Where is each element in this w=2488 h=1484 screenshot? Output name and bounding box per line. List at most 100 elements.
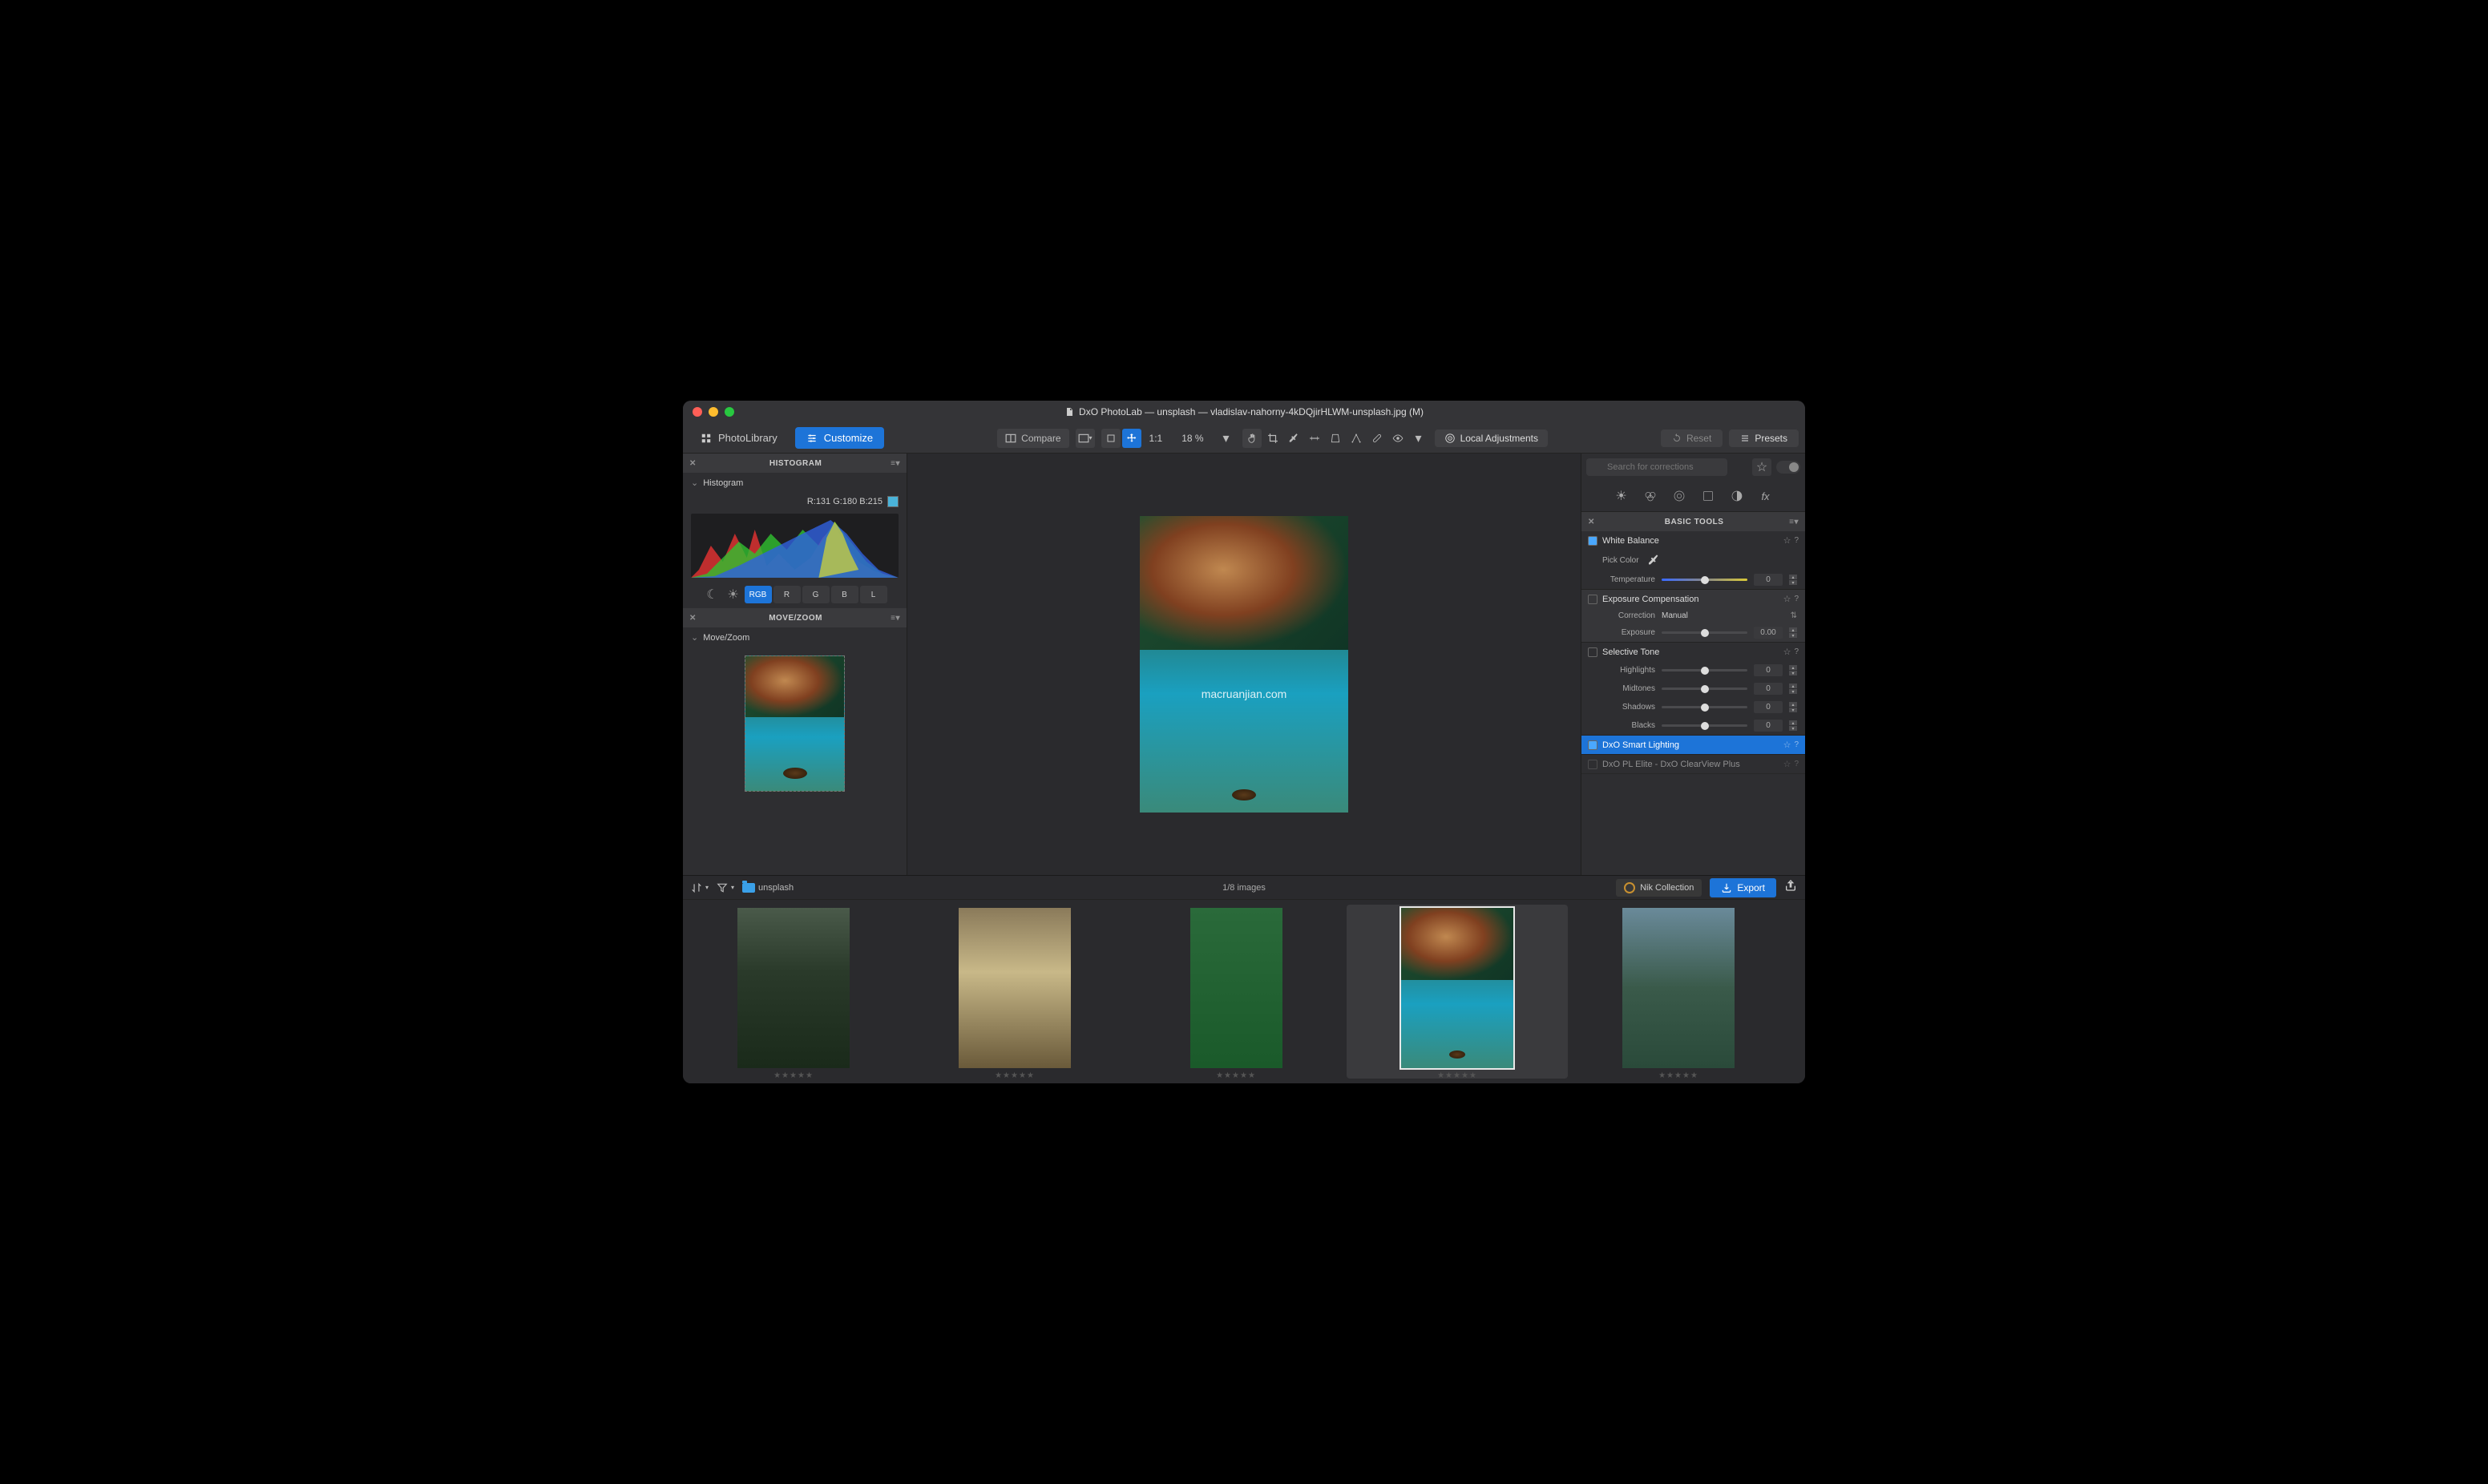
horizon-tool[interactable] bbox=[1305, 429, 1324, 448]
favorite-icon[interactable]: ☆ bbox=[1783, 647, 1791, 657]
clearview-section[interactable]: DxO PL Elite - DxO ClearView Plus ☆ ? bbox=[1581, 755, 1805, 774]
folder-path[interactable]: unsplash bbox=[742, 883, 794, 893]
search-input[interactable] bbox=[1586, 458, 1727, 476]
exposure-comp-header[interactable]: Exposure Compensation ☆ ? bbox=[1581, 590, 1805, 608]
move-tool-button[interactable] bbox=[1122, 429, 1141, 448]
favorite-icon[interactable]: ☆ bbox=[1783, 594, 1791, 604]
rating-stars[interactable]: ★★★★★ bbox=[1216, 1071, 1256, 1080]
rating-stars[interactable]: ★★★★★ bbox=[1437, 1071, 1477, 1080]
midtones-slider[interactable] bbox=[1662, 688, 1747, 690]
smart-lighting-checkbox[interactable] bbox=[1588, 740, 1597, 750]
repair-tool[interactable] bbox=[1367, 429, 1387, 448]
fit-button[interactable] bbox=[1101, 429, 1121, 448]
sort-button[interactable]: ▾ bbox=[691, 882, 709, 893]
close-histogram-icon[interactable]: ✕ bbox=[689, 459, 701, 468]
histogram-menu-icon[interactable]: ≡▾ bbox=[891, 459, 900, 468]
help-icon[interactable]: ? bbox=[1794, 740, 1799, 749]
help-icon[interactable]: ? bbox=[1794, 536, 1799, 545]
zoom-percent[interactable]: 18 % bbox=[1175, 433, 1210, 444]
nik-collection-button[interactable]: Nik Collection bbox=[1616, 879, 1702, 897]
image-viewer[interactable]: macruanjian.com bbox=[907, 454, 1581, 875]
redeye-tool[interactable] bbox=[1388, 429, 1408, 448]
correction-dropdown[interactable]: Manual bbox=[1662, 611, 1784, 620]
points-tool[interactable] bbox=[1347, 429, 1366, 448]
blacks-slider[interactable] bbox=[1662, 724, 1747, 727]
photolibrary-tab[interactable]: PhotoLibrary bbox=[689, 427, 789, 449]
midtones-value[interactable]: 0 bbox=[1754, 683, 1783, 695]
minimize-window-button[interactable] bbox=[709, 407, 718, 417]
help-icon[interactable]: ? bbox=[1794, 595, 1799, 603]
eyedropper-icon[interactable] bbox=[1647, 554, 1660, 567]
fx-tab-icon[interactable]: fx bbox=[1757, 487, 1775, 505]
presets-button[interactable]: Presets bbox=[1729, 429, 1799, 447]
help-icon[interactable]: ? bbox=[1794, 647, 1799, 656]
clearview-checkbox[interactable] bbox=[1588, 760, 1597, 769]
histogram-subheader[interactable]: ⌄ Histogram bbox=[683, 473, 907, 493]
white-balance-header[interactable]: White Balance ☆ ? bbox=[1581, 531, 1805, 550]
basic-tools-menu-icon[interactable]: ≡▾ bbox=[1789, 518, 1799, 526]
channel-rgb-button[interactable]: RGB bbox=[745, 586, 772, 603]
zoom-dropdown[interactable]: ▾ bbox=[1217, 429, 1236, 448]
active-only-toggle[interactable] bbox=[1776, 461, 1800, 474]
temperature-slider[interactable] bbox=[1662, 579, 1747, 581]
navigator-thumbnail[interactable] bbox=[745, 655, 845, 792]
geometry-tab-icon[interactable] bbox=[1699, 487, 1717, 505]
maximize-window-button[interactable] bbox=[725, 407, 734, 417]
local-adjustments-button[interactable]: Local Adjustments bbox=[1435, 429, 1548, 447]
favorite-icon[interactable]: ☆ bbox=[1783, 535, 1791, 546]
rating-stars[interactable]: ★★★★★ bbox=[995, 1071, 1035, 1080]
zoom-ratio-label[interactable]: 1:1 bbox=[1143, 433, 1169, 444]
blacks-value[interactable]: 0 bbox=[1754, 720, 1783, 732]
shadows-stepper[interactable]: ▴▾ bbox=[1789, 702, 1797, 712]
exposure-checkbox[interactable] bbox=[1588, 595, 1597, 604]
crop-tool[interactable] bbox=[1263, 429, 1282, 448]
favorites-button[interactable]: ☆ bbox=[1752, 458, 1771, 476]
favorite-icon[interactable]: ☆ bbox=[1783, 740, 1791, 750]
help-icon[interactable]: ? bbox=[1794, 760, 1799, 768]
selective-tone-checkbox[interactable] bbox=[1588, 647, 1597, 657]
channel-l-button[interactable]: L bbox=[860, 586, 887, 603]
exposure-stepper[interactable]: ▴▾ bbox=[1789, 627, 1797, 638]
white-balance-checkbox[interactable] bbox=[1588, 536, 1597, 546]
smart-lighting-section[interactable]: DxO Smart Lighting ☆ ? bbox=[1581, 736, 1805, 755]
highlight-clip-icon[interactable]: ☀ bbox=[724, 586, 743, 603]
channel-r-button[interactable]: R bbox=[773, 586, 801, 603]
close-basic-tools-icon[interactable]: ✕ bbox=[1588, 518, 1599, 526]
thumbnail-item-selected[interactable]: ★★★★★ vladislav-nahorny-4kDQjirHLWM-unsp… bbox=[1347, 905, 1568, 1079]
close-window-button[interactable] bbox=[693, 407, 702, 417]
midtones-stepper[interactable]: ▴▾ bbox=[1789, 684, 1797, 694]
highlights-stepper[interactable]: ▴▾ bbox=[1789, 665, 1797, 675]
rating-stars[interactable]: ★★★★★ bbox=[773, 1071, 814, 1080]
rating-stars[interactable]: ★★★★★ bbox=[1658, 1071, 1698, 1080]
close-movezoom-icon[interactable]: ✕ bbox=[689, 614, 701, 623]
thumbnail-item[interactable]: ★★★★★ a-vYQrra8gZ20-unsplash.jpg bbox=[683, 905, 904, 1079]
reset-button[interactable]: Reset bbox=[1661, 429, 1723, 447]
shadows-value[interactable]: 0 bbox=[1754, 701, 1783, 713]
eyedropper-tool[interactable] bbox=[1284, 429, 1303, 448]
light-tab-icon[interactable]: ☀ bbox=[1613, 487, 1630, 505]
share-button[interactable] bbox=[1784, 879, 1797, 896]
highlights-value[interactable]: 0 bbox=[1754, 664, 1783, 676]
exposure-value[interactable]: 0.00 bbox=[1754, 627, 1783, 639]
shadow-clip-icon[interactable]: ☾ bbox=[703, 586, 722, 603]
color-tab-icon[interactable] bbox=[1642, 487, 1659, 505]
exposure-slider[interactable] bbox=[1662, 631, 1747, 634]
channel-g-button[interactable]: G bbox=[802, 586, 830, 603]
movezoom-subheader[interactable]: ⌄ Move/Zoom bbox=[683, 627, 907, 647]
movezoom-menu-icon[interactable]: ≡▾ bbox=[891, 614, 900, 623]
temperature-value[interactable]: 0 bbox=[1754, 574, 1783, 586]
compare-button[interactable]: Compare bbox=[997, 429, 1068, 448]
thumbnail-item[interactable]: ★★★★★ sergey-vinogradov-s6pwJEecDUI-unsp… bbox=[904, 905, 1125, 1079]
thumbnails-row[interactable]: ★★★★★ a-vYQrra8gZ20-unsplash.jpg ★★★★★ s… bbox=[683, 900, 1805, 1083]
filter-button[interactable]: ▾ bbox=[717, 882, 734, 893]
customize-tab[interactable]: Customize bbox=[795, 427, 884, 449]
export-button[interactable]: Export bbox=[1710, 878, 1776, 897]
layout-button[interactable]: ▾ bbox=[1076, 429, 1095, 448]
thumbnail-item[interactable]: ★★★★★ sonia-dauer-SBZ0bK2gkAs-unsplash.j… bbox=[1125, 905, 1347, 1079]
local-tab-icon[interactable] bbox=[1728, 487, 1746, 505]
favorite-icon[interactable]: ☆ bbox=[1783, 759, 1791, 769]
channel-b-button[interactable]: B bbox=[831, 586, 858, 603]
selective-tone-header[interactable]: Selective Tone ☆ ? bbox=[1581, 643, 1805, 661]
thumbnail-item[interactable]: ★★★★★ vladislav-nahorny-uyygjmNXZEo-unsp… bbox=[1568, 905, 1789, 1079]
highlights-slider[interactable] bbox=[1662, 669, 1747, 671]
